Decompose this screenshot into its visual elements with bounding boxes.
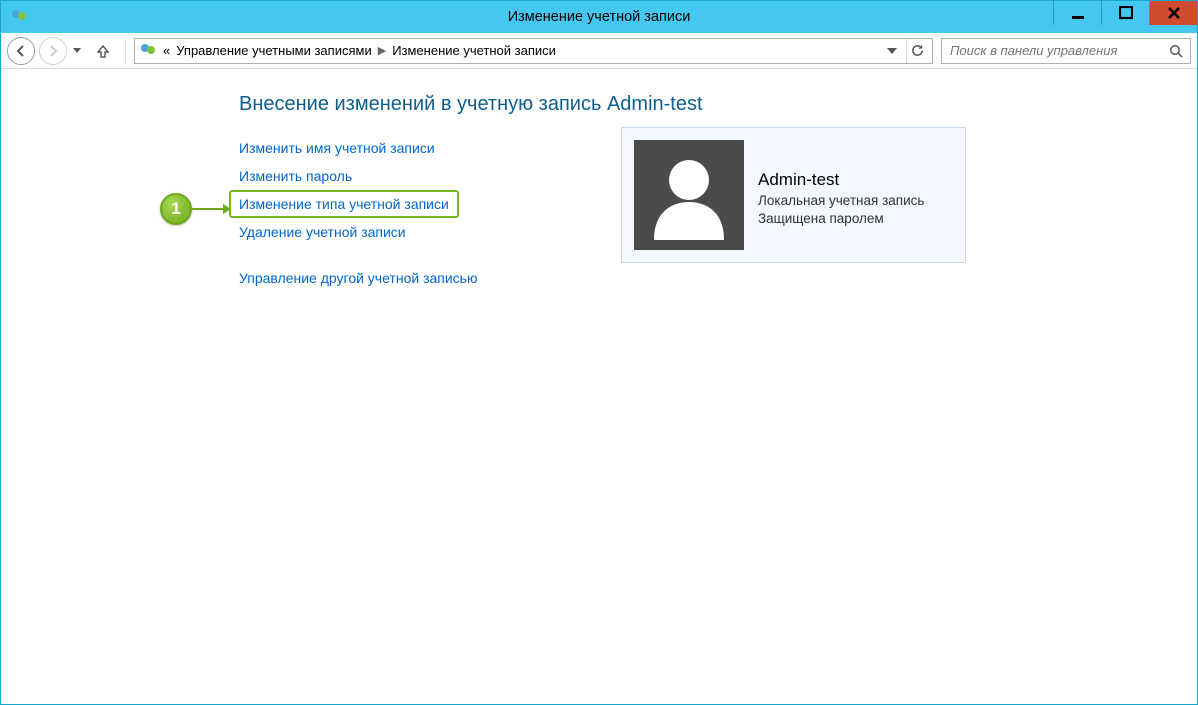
app-icon <box>9 7 29 27</box>
breadcrumb-level-2[interactable]: Изменение учетной записи <box>392 43 556 58</box>
search-icon[interactable] <box>1168 44 1184 58</box>
breadcrumb-level-1[interactable]: Управление учетными записями <box>176 43 371 58</box>
navigation-toolbar: « Управление учетными записями ▶ Изменен… <box>1 33 1197 69</box>
forward-button[interactable] <box>39 37 67 65</box>
up-button[interactable] <box>91 39 115 63</box>
account-protection: Защищена паролем <box>758 210 924 228</box>
maximize-button[interactable] <box>1101 1 1149 25</box>
window-frame: Изменение учетной записи <box>0 0 1198 705</box>
toolbar-separator <box>125 40 126 62</box>
link-rename-account[interactable]: Изменить имя учетной записи <box>239 134 559 162</box>
back-button[interactable] <box>7 37 35 65</box>
titlebar: Изменение учетной записи <box>1 1 1197 33</box>
task-links: Изменить имя учетной записи Изменить пар… <box>239 134 559 292</box>
refresh-button[interactable] <box>906 39 928 63</box>
account-name: Admin-test <box>758 170 924 190</box>
link-delete-account[interactable]: Удаление учетной записи <box>239 218 559 246</box>
recent-locations-dropdown[interactable] <box>71 48 83 54</box>
address-bar[interactable]: « Управление учетными записями ▶ Изменен… <box>134 38 933 64</box>
account-card: Admin-test Локальная учетная запись Защи… <box>621 127 966 263</box>
search-box[interactable] <box>941 38 1191 64</box>
link-change-account-type[interactable]: Изменение типа учетной записи <box>229 190 459 218</box>
window-title: Изменение учетной записи <box>1 9 1197 25</box>
page-heading: Внесение изменений в учетную запись Admi… <box>239 93 1197 116</box>
content-area: Внесение изменений в учетную запись Admi… <box>1 69 1197 704</box>
minimize-button[interactable] <box>1053 1 1101 25</box>
account-meta: Admin-test Локальная учетная запись Защи… <box>758 140 924 250</box>
close-button[interactable] <box>1149 1 1197 25</box>
link-manage-other-account[interactable]: Управление другой учетной записью <box>239 264 559 292</box>
search-input[interactable] <box>948 42 1162 59</box>
avatar-icon <box>634 140 744 250</box>
link-change-password[interactable]: Изменить пароль <box>239 162 559 190</box>
user-accounts-icon <box>139 42 157 60</box>
chevron-right-icon[interactable]: ▶ <box>378 44 386 57</box>
account-type: Локальная учетная запись <box>758 192 924 210</box>
breadcrumb-prefix: « <box>163 43 170 58</box>
window-controls <box>1053 1 1197 25</box>
address-dropdown[interactable] <box>884 48 900 54</box>
